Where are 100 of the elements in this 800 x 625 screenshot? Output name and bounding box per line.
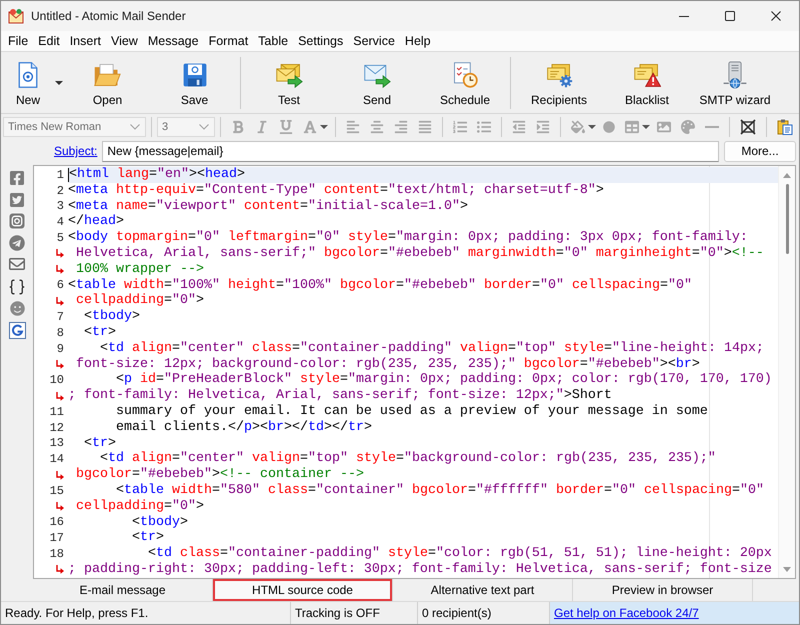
new-button[interactable]: New — [9, 52, 47, 109]
bold-icon[interactable] — [231, 120, 245, 134]
folder-icon — [93, 61, 122, 89]
align-center-icon[interactable] — [370, 120, 384, 134]
code-line: <p id="PreHeaderBlock" style="margin: 0px; padding: 0px; color: rgb(170, 170, 170) — [115, 372, 772, 388]
envelopes-arrow-icon — [275, 61, 303, 89]
picture-icon[interactable] — [657, 120, 671, 134]
envelope-icon[interactable] — [9, 256, 25, 272]
menu-item[interactable]: View — [106, 33, 143, 49]
circle-icon[interactable] — [603, 120, 615, 132]
indent-icon[interactable] — [536, 120, 550, 134]
code-line: ; font-family: Helvetica, Arial, sans-serif; font-size: 12px;">Short — [68, 388, 612, 404]
code-line: <meta name="viewport" content="initial-scale=1.0"> — [68, 198, 468, 214]
view-tab[interactable]: Alternative text part — [393, 579, 573, 601]
cross-box-icon[interactable] — [740, 118, 756, 134]
smiley-icon[interactable] — [10, 301, 24, 316]
twitter-icon[interactable] — [9, 192, 25, 208]
menu-item[interactable]: Insert — [64, 33, 106, 49]
line-number: 18 — [50, 547, 64, 562]
recipients-button[interactable]: Recipients — [526, 52, 592, 109]
code-line: <meta http-equiv="Content-Type" content="text/html; charset=utf-8"> — [68, 182, 604, 199]
tracking-status: Tracking is OFF — [295, 606, 380, 620]
menu-item[interactable]: Format — [204, 33, 254, 49]
menu-item[interactable]: Edit — [33, 33, 65, 49]
schedule-button[interactable]: Schedule — [434, 52, 496, 109]
line-number: 17 — [50, 531, 64, 546]
send-button[interactable]: Send — [358, 52, 396, 109]
close-icon[interactable] — [771, 11, 781, 21]
braces-icon[interactable] — [8, 278, 26, 296]
code-line: <td align="center" class="container-padding" valign="top" style="line-height: 14px; — [99, 340, 764, 357]
menu-item[interactable]: File — [3, 33, 34, 49]
status-message: Ready. For Help, press F1. — [5, 606, 148, 620]
server-globe-icon — [720, 61, 749, 89]
font-color-icon[interactable] — [303, 120, 317, 134]
more-button[interactable]: More... — [724, 140, 796, 162]
line-number: 1 — [56, 168, 64, 182]
code-line: <body topmargin="0" leftmargin="0" style="margin: 0px; padding: 3px 0px; font-family: — [68, 230, 748, 246]
underline-icon[interactable] — [279, 120, 293, 134]
code-line: font-size: 12px; background-color: rgb(235, 235, 235);" bgcolor="#ebebeb"><br> — [74, 356, 700, 372]
line-number: 4 — [56, 215, 64, 230]
save-button[interactable]: Save — [176, 52, 214, 109]
line-number: 9 — [56, 342, 64, 356]
caret-icon[interactable] — [642, 124, 650, 128]
blacklist-button[interactable]: Blacklist — [620, 52, 674, 109]
wrap-arrow-icon — [56, 392, 64, 401]
line-number: 6 — [56, 278, 64, 292]
view-tab[interactable]: HTML source code — [213, 579, 393, 601]
recipient-count: 0 recipient(s) — [422, 606, 492, 620]
maximize-icon[interactable] — [725, 11, 735, 21]
test-button[interactable]: Test — [270, 52, 308, 109]
menu-item[interactable]: Service — [348, 33, 400, 49]
italic-icon[interactable] — [255, 120, 269, 134]
align-justify-icon[interactable] — [418, 120, 432, 134]
menu-item[interactable]: Settings — [293, 33, 348, 49]
cards-gear-icon — [545, 61, 573, 89]
g-logo-icon[interactable] — [8, 322, 26, 338]
view-tab[interactable]: Preview in browser — [573, 579, 753, 601]
wrap-arrow-icon — [56, 296, 64, 306]
code-line: bgcolor="#ebebeb"><!-- container --> — [75, 467, 364, 483]
scrollbar-track[interactable] — [778, 166, 795, 578]
caret-icon[interactable] — [55, 81, 63, 85]
horizontal-line-icon[interactable] — [705, 126, 719, 128]
menu-item[interactable]: Help — [400, 33, 436, 49]
telegram-icon[interactable] — [9, 234, 25, 250]
line-number: 11 — [50, 404, 64, 419]
window-title: Untitled - Atomic Mail Sender — [31, 9, 186, 23]
code-line: email clients.</p><br></td></tr> — [114, 420, 372, 436]
help-link[interactable]: Get help on Facebook 24/7 — [550, 602, 799, 624]
instagram-icon[interactable] — [9, 213, 25, 229]
scroll-up-icon[interactable] — [783, 173, 791, 178]
code-line: <tr> — [131, 530, 164, 546]
subject-field[interactable]: New {message|email} — [102, 140, 719, 162]
line-number: 16 — [50, 515, 64, 530]
scroll-down-icon[interactable] — [783, 567, 791, 572]
code-line: <td align="center" valign="top" style="background-color: rgb(235, 235, 235);" — [99, 451, 716, 467]
caret-icon[interactable] — [588, 124, 596, 128]
outdent-icon[interactable] — [512, 120, 526, 134]
code-line: cellpadding="0"> — [75, 293, 204, 309]
facebook-icon[interactable] — [9, 170, 25, 186]
numbered-list-icon[interactable] — [453, 120, 467, 134]
line-number: 5 — [56, 231, 64, 246]
scrollbar-thumb[interactable] — [786, 184, 788, 254]
open-button[interactable]: Open — [88, 52, 128, 109]
code-line: <table width="100%" height="100%" bgcolor="#ebebeb" border="0" cellspacing="0" — [68, 278, 692, 293]
text-cursor — [68, 168, 69, 182]
code-line: <html lang="en"><head> — [69, 167, 245, 183]
caret-icon[interactable] — [320, 124, 328, 128]
wrap-arrow-icon — [56, 502, 64, 512]
app-logo-icon — [8, 8, 24, 24]
code-line: <table width="580" class="container" bgcolor="#ffffff" border="0" cellspacing="0" — [115, 482, 764, 499]
paste-icon[interactable] — [777, 118, 793, 134]
line-number: 15 — [50, 484, 64, 498]
align-right-icon[interactable] — [394, 120, 408, 134]
menu-item[interactable]: Message — [142, 33, 204, 49]
smtp-wizard-button[interactable]: SMTP wizard — [694, 52, 776, 109]
bullet-list-icon[interactable] — [477, 120, 491, 134]
palette-icon[interactable] — [681, 120, 695, 134]
menu-item[interactable]: Table — [253, 33, 294, 49]
subject-link[interactable]: Subject: — [54, 144, 98, 158]
align-left-icon[interactable] — [346, 120, 360, 134]
